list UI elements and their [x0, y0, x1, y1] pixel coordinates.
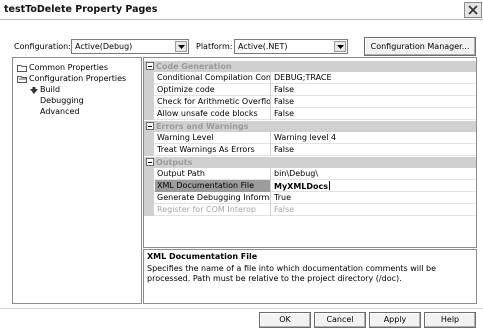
- collapse-icon[interactable]: [146, 62, 154, 70]
- property-grid: Code Generation Conditional Compilation …: [143, 57, 477, 248]
- property-row[interactable]: Optimize code False: [144, 84, 476, 96]
- configuration-manager-button[interactable]: Configuration Manager...: [364, 37, 476, 56]
- platform-value: Active(.NET): [238, 42, 288, 51]
- tree-item-configuration-properties[interactable]: Configuration Properties: [29, 74, 126, 83]
- property-row[interactable]: Treat Warnings As Errors False: [144, 144, 476, 156]
- property-name: Conditional Compilation Constan: [157, 72, 271, 84]
- property-name: Generate Debugging Informatio: [157, 192, 271, 204]
- xml-documentation-file-input[interactable]: MyXMLDocs: [272, 180, 476, 192]
- property-value[interactable]: True: [272, 192, 476, 204]
- tree-item-advanced[interactable]: Advanced: [40, 107, 80, 116]
- property-name: XML Documentation File: [155, 180, 271, 192]
- platform-label: Platform:: [196, 42, 233, 51]
- text-cursor: [329, 181, 331, 190]
- configuration-value: Active(Debug): [75, 42, 133, 51]
- category-label: Outputs: [156, 158, 193, 167]
- property-pages-dialog: testToDelete Property Pages Configuratio…: [0, 0, 483, 331]
- property-value[interactable]: Warning level 4: [272, 132, 476, 144]
- category-errors-and-warnings[interactable]: Errors and Warnings: [144, 121, 476, 132]
- folder-icon: [17, 65, 27, 72]
- configuration-label: Configuration:: [14, 42, 71, 51]
- property-value: MyXMLDocs: [274, 182, 329, 191]
- property-name: Register for COM Interop: [155, 204, 271, 216]
- description-panel: XML Documentation File Specifies the nam…: [143, 249, 477, 304]
- property-name: Warning Level: [155, 132, 271, 144]
- property-value[interactable]: False: [272, 108, 476, 120]
- property-row[interactable]: Allow unsafe code blocks False: [144, 108, 476, 120]
- category-label: Code Generation: [156, 62, 232, 71]
- property-row[interactable]: Check for Arithmetic Overflow/L False: [144, 96, 476, 108]
- property-name: Output Path: [155, 168, 271, 180]
- tree-item-common-properties[interactable]: Common Properties: [29, 63, 108, 72]
- close-button[interactable]: [464, 2, 482, 18]
- category-code-generation[interactable]: Code Generation: [144, 61, 476, 72]
- property-value[interactable]: DEBUG;TRACE: [272, 72, 476, 84]
- category-tree: Common Properties Configuration Properti…: [12, 57, 142, 304]
- divider: [0, 308, 483, 309]
- description-text: Specifies the name of a file into which …: [147, 264, 437, 283]
- property-value[interactable]: bin\Debug\: [272, 168, 476, 180]
- collapse-icon[interactable]: [146, 122, 154, 130]
- category-outputs[interactable]: Outputs: [144, 157, 476, 168]
- build-arrow-icon: [30, 87, 38, 94]
- folder-open-icon: [17, 76, 27, 83]
- property-name: Optimize code: [155, 84, 271, 96]
- category-label: Errors and Warnings: [156, 122, 249, 131]
- ok-button[interactable]: OK: [259, 312, 311, 328]
- property-row-selected[interactable]: XML Documentation File MyXMLDocs: [144, 180, 476, 192]
- property-value[interactable]: False: [272, 144, 476, 156]
- property-row[interactable]: Warning Level Warning level 4: [144, 132, 476, 144]
- property-row-disabled: Register for COM Interop False: [144, 204, 476, 216]
- collapse-icon[interactable]: [146, 158, 154, 166]
- window-title: testToDelete Property Pages: [4, 4, 158, 15]
- configuration-select[interactable]: Active(Debug): [71, 39, 189, 54]
- platform-select[interactable]: Active(.NET): [234, 39, 348, 54]
- title-bar: testToDelete Property Pages: [0, 0, 483, 20]
- property-name: Treat Warnings As Errors: [155, 144, 271, 156]
- chevron-down-icon: [337, 45, 344, 49]
- property-value[interactable]: False: [272, 84, 476, 96]
- cancel-button[interactable]: Cancel: [314, 312, 366, 328]
- platform-dropdown-button[interactable]: [334, 41, 346, 52]
- property-row[interactable]: Generate Debugging Informatio True: [144, 192, 476, 204]
- description-title: XML Documentation File: [147, 252, 258, 261]
- apply-button[interactable]: Apply: [369, 312, 421, 328]
- property-value[interactable]: False: [272, 96, 476, 108]
- property-row[interactable]: Output Path bin\Debug\: [144, 168, 476, 180]
- close-icon: [468, 5, 478, 15]
- tree-item-build[interactable]: Build: [40, 85, 60, 94]
- property-row[interactable]: Conditional Compilation Constan DEBUG;TR…: [144, 72, 476, 84]
- property-name: Allow unsafe code blocks: [155, 108, 271, 120]
- configuration-dropdown-button[interactable]: [175, 41, 187, 52]
- help-button[interactable]: Help: [424, 312, 476, 328]
- property-name: Check for Arithmetic Overflow/L: [157, 96, 271, 108]
- property-value: False: [274, 205, 295, 214]
- tree-item-debugging[interactable]: Debugging: [40, 96, 84, 105]
- chevron-down-icon: [178, 45, 185, 49]
